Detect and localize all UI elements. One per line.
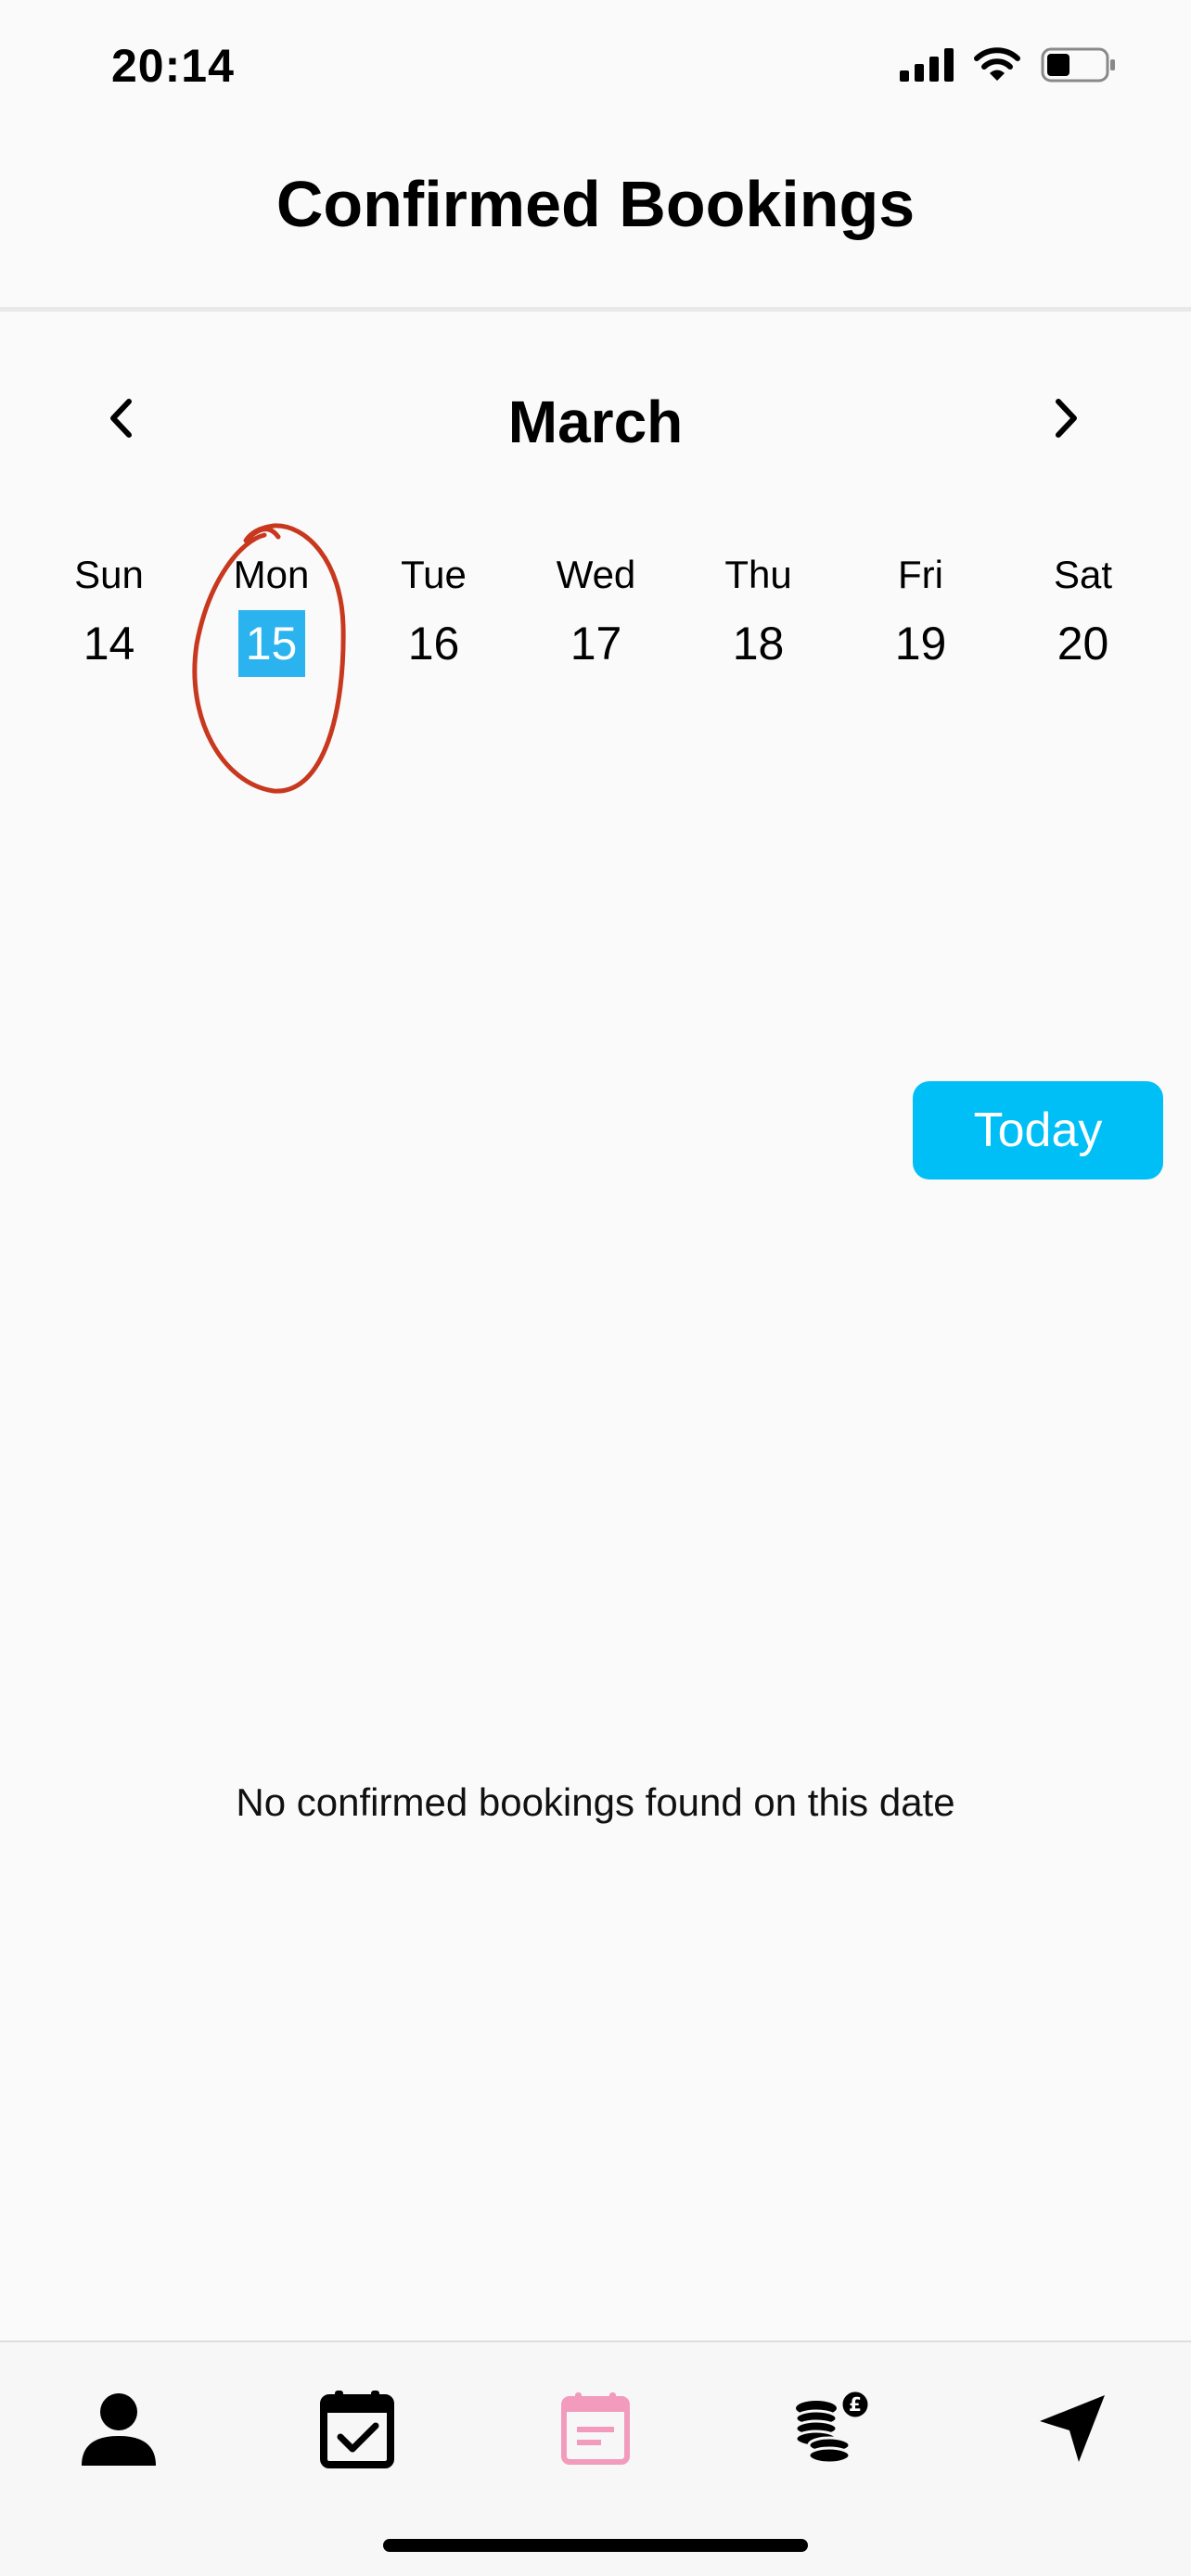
day-mon-selected[interactable]: Mon 15 xyxy=(190,547,352,705)
day-name: Tue xyxy=(401,553,467,596)
empty-state-message: No confirmed bookings found on this date xyxy=(236,1780,955,1824)
day-number: 16 xyxy=(407,618,460,670)
home-indicator xyxy=(383,2539,808,2552)
page-title: Confirmed Bookings xyxy=(275,168,916,240)
tab-earnings[interactable]: £ xyxy=(770,2370,890,2491)
status-icons xyxy=(900,45,1117,89)
day-number: 19 xyxy=(894,618,947,670)
day-number: 15 xyxy=(237,610,305,677)
status-time: 20:14 xyxy=(111,40,235,92)
day-name: Fri xyxy=(898,553,943,596)
week-day-selector: Sun 14 Mon 15 Tue 16 Wed 17 Thu 18 Fri 1… xyxy=(28,547,1164,705)
day-name: Sat xyxy=(1053,553,1113,596)
calendar-check-icon xyxy=(320,2389,394,2473)
tab-confirmed-bookings[interactable] xyxy=(535,2370,656,2491)
wifi-icon xyxy=(974,46,1020,87)
day-thu[interactable]: Thu 18 xyxy=(677,547,839,705)
svg-text:£: £ xyxy=(849,2393,862,2416)
cellular-signal-icon xyxy=(900,47,954,86)
month-navigation: March xyxy=(0,371,1191,473)
month-title: March xyxy=(507,389,684,455)
tab-navigate[interactable] xyxy=(1011,2370,1132,2491)
tab-bookings[interactable] xyxy=(297,2370,417,2491)
tab-profile[interactable] xyxy=(58,2370,179,2491)
next-month-button[interactable] xyxy=(1034,388,1099,453)
day-tue[interactable]: Tue 16 xyxy=(352,547,515,705)
day-sat[interactable]: Sat 20 xyxy=(1002,547,1164,705)
battery-icon xyxy=(1041,47,1117,87)
day-name: Thu xyxy=(724,553,792,596)
person-icon xyxy=(80,2390,158,2472)
day-number: 17 xyxy=(570,618,622,670)
day-name: Sun xyxy=(74,553,144,596)
calendar-list-icon xyxy=(560,2391,631,2470)
day-number: 18 xyxy=(732,618,785,670)
coins-pound-icon: £ xyxy=(788,2389,872,2472)
day-name: Mon xyxy=(233,553,310,596)
header: Confirmed Bookings xyxy=(0,130,1191,312)
day-number: 20 xyxy=(1057,618,1109,670)
day-wed[interactable]: Wed 17 xyxy=(515,547,677,705)
day-number: 14 xyxy=(83,618,135,670)
status-bar: 20:14 xyxy=(0,0,1191,130)
day-name: Wed xyxy=(556,553,636,596)
day-fri[interactable]: Fri 19 xyxy=(839,547,1002,705)
navigation-arrow-icon xyxy=(1034,2391,1108,2470)
day-sun[interactable]: Sun 14 xyxy=(28,547,190,705)
chevron-right-icon xyxy=(1053,398,1081,443)
today-button[interactable]: Today xyxy=(913,1081,1163,1180)
